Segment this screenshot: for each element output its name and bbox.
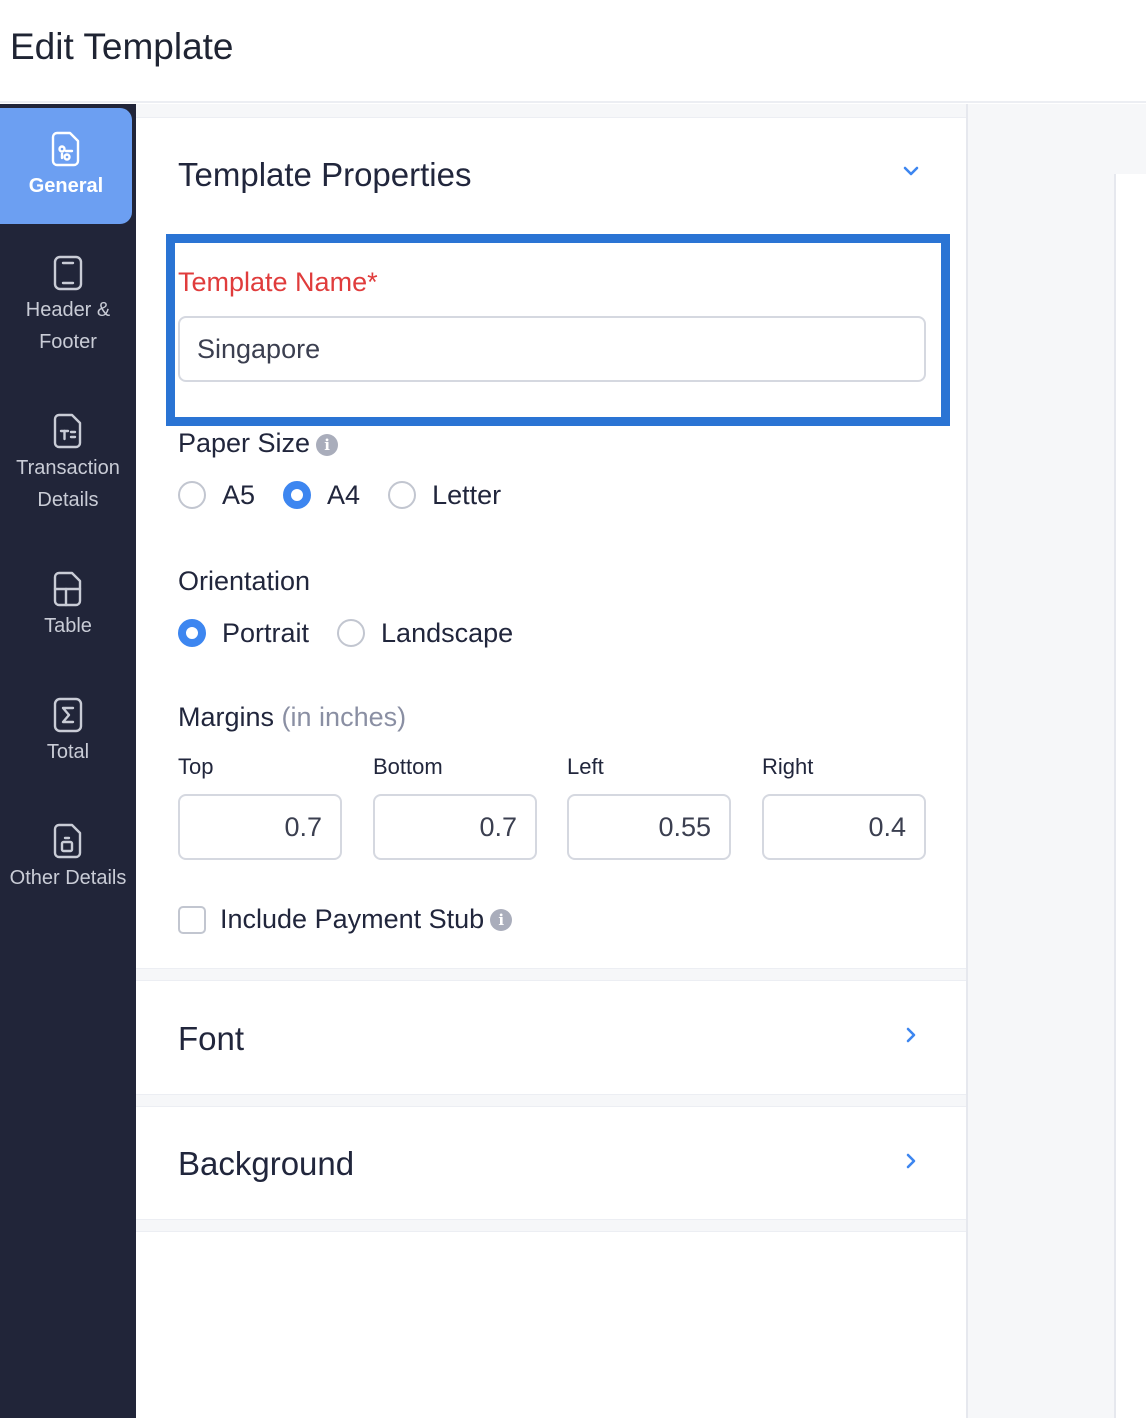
- template-name-input[interactable]: [178, 316, 926, 382]
- chevron-down-icon[interactable]: [900, 160, 922, 182]
- chevron-right-icon[interactable]: [900, 1150, 922, 1172]
- orientation-options: Portrait Landscape: [178, 617, 541, 649]
- margin-bottom-input[interactable]: 0.7: [373, 794, 537, 860]
- margin-right-label: Right: [762, 754, 814, 779]
- template-name-label: Template Name*: [178, 267, 378, 297]
- sidebar-item-label: Transaction: [16, 457, 120, 479]
- paper-size-options: A5 A4 Letter: [178, 479, 529, 511]
- sidebar-item-other-details[interactable]: Other Details: [0, 822, 136, 894]
- paper-size-option-letter[interactable]: Letter: [388, 480, 501, 511]
- radio-label: Letter: [432, 479, 502, 510]
- radio-button[interactable]: [178, 481, 206, 509]
- panel-top-strip: [136, 104, 966, 118]
- orientation-option-landscape[interactable]: Landscape: [337, 618, 513, 649]
- page-title: Edit Template: [10, 26, 234, 67]
- paper-size-option-a4[interactable]: A4: [283, 480, 360, 511]
- sidebar-item-label: Details: [37, 489, 99, 511]
- sidebar-item-header-footer[interactable]: Header & Footer: [0, 254, 136, 358]
- margin-left-label: Left: [567, 754, 604, 779]
- margin-left-input[interactable]: 0.55: [567, 794, 731, 860]
- payment-stub-label: Include Payment Stub: [220, 904, 485, 934]
- other-details-icon: [53, 823, 82, 859]
- preview-paper: [1114, 174, 1146, 1418]
- paper-size-label: Paper Size i: [178, 428, 339, 459]
- payment-stub-row[interactable]: Include Payment Stub i: [178, 904, 513, 935]
- header-footer-icon: [53, 255, 83, 291]
- section-title-background[interactable]: Background: [178, 1145, 354, 1183]
- section-divider: [136, 1219, 966, 1232]
- radio-label: A4: [327, 479, 361, 510]
- general-doc-icon: [51, 131, 80, 167]
- sidebar-item-label: General: [28, 175, 104, 197]
- sidebar-item-table[interactable]: Table: [0, 570, 136, 642]
- radio-label: A5: [222, 479, 256, 510]
- radio-button[interactable]: [388, 481, 417, 509]
- margin-right-input[interactable]: 0.4: [762, 794, 926, 860]
- margin-bottom-label: Bottom: [373, 754, 443, 779]
- table-icon: [53, 571, 82, 607]
- sigma-icon: [53, 697, 83, 733]
- sidebar-item-label: Header &: [25, 299, 111, 321]
- sidebar-item-transaction-details[interactable]: Transaction Details: [0, 412, 136, 516]
- sidebar: General Header & Footer Transaction Deta…: [0, 104, 136, 1418]
- margins-unit: (in inches): [281, 702, 407, 732]
- sidebar-item-label: Table: [44, 615, 92, 637]
- radio-button-selected[interactable]: [283, 481, 312, 509]
- radio-button-selected[interactable]: [178, 619, 206, 647]
- info-icon[interactable]: i: [490, 908, 513, 931]
- orientation-option-portrait[interactable]: Portrait: [178, 618, 309, 649]
- radio-label: Landscape: [381, 617, 514, 648]
- settings-panel: Template Properties Template Name* Paper…: [136, 104, 968, 1418]
- radio-button[interactable]: [337, 619, 366, 647]
- section-divider: [136, 968, 966, 981]
- chevron-right-icon[interactable]: [900, 1024, 922, 1046]
- margin-top-label: Top: [178, 754, 214, 779]
- info-icon[interactable]: i: [316, 433, 339, 456]
- margins-text: Margins: [178, 702, 275, 732]
- transaction-details-icon: [53, 413, 82, 449]
- payment-stub-checkbox[interactable]: [178, 905, 206, 934]
- section-title-font[interactable]: Font: [178, 1020, 244, 1058]
- sidebar-item-label: Total: [46, 741, 90, 763]
- orientation-label: Orientation: [178, 566, 311, 596]
- top-bar: Edit Template: [0, 0, 1146, 103]
- sidebar-item-label: Footer: [39, 331, 97, 353]
- section-divider: [136, 1094, 966, 1107]
- margin-top-input[interactable]: 0.7: [178, 794, 342, 860]
- sidebar-item-label: Other Details: [9, 867, 127, 889]
- paper-size-text: Paper Size: [178, 428, 311, 458]
- paper-size-option-a5[interactable]: A5: [178, 480, 255, 511]
- sidebar-item-total[interactable]: Total: [0, 696, 136, 768]
- section-title-template-properties: Template Properties: [178, 156, 472, 193]
- preview-area: [968, 104, 1146, 1418]
- sidebar-item-general[interactable]: General: [0, 108, 132, 224]
- radio-label: Portrait: [222, 617, 310, 648]
- margins-label: Margins (in inches): [178, 702, 406, 733]
